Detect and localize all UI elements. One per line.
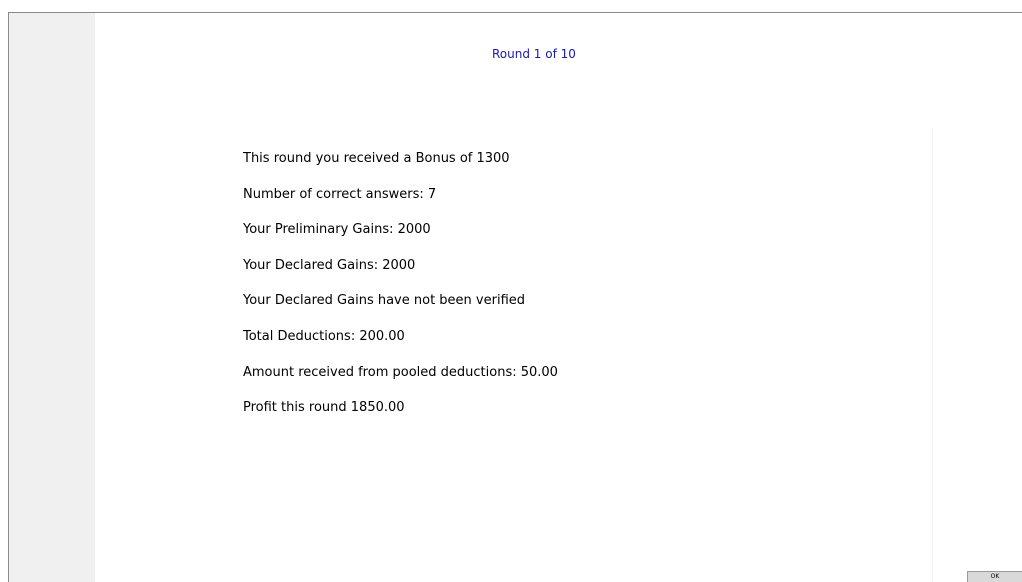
preliminary-gains-line: Your Preliminary Gains: 2000	[243, 222, 431, 238]
right-side-panel	[932, 128, 1022, 582]
declared-gains-line: Your Declared Gains: 2000	[243, 257, 416, 273]
total-deductions-line: Total Deductions: 200.00	[243, 328, 405, 344]
pooled-deductions-line: Amount received from pooled deductions: …	[243, 364, 558, 380]
results-screen: Round 1 of 10 This round you received a …	[0, 0, 1022, 582]
round-indicator: Round 1 of 10	[492, 47, 576, 61]
ok-button[interactable]: OK	[967, 571, 1022, 582]
bonus-line: This round you received a Bonus of 1300	[243, 151, 510, 166]
round-results-list: This round you received a Bonus of 1300 …	[243, 151, 558, 436]
correct-answers-line: Number of correct answers: 7	[243, 186, 437, 202]
top-border	[8, 12, 1022, 13]
left-side-panel	[9, 13, 95, 582]
verification-status-line: Your Declared Gains have not been verifi…	[243, 293, 526, 309]
profit-line: Profit this round 1850.00	[243, 400, 405, 416]
